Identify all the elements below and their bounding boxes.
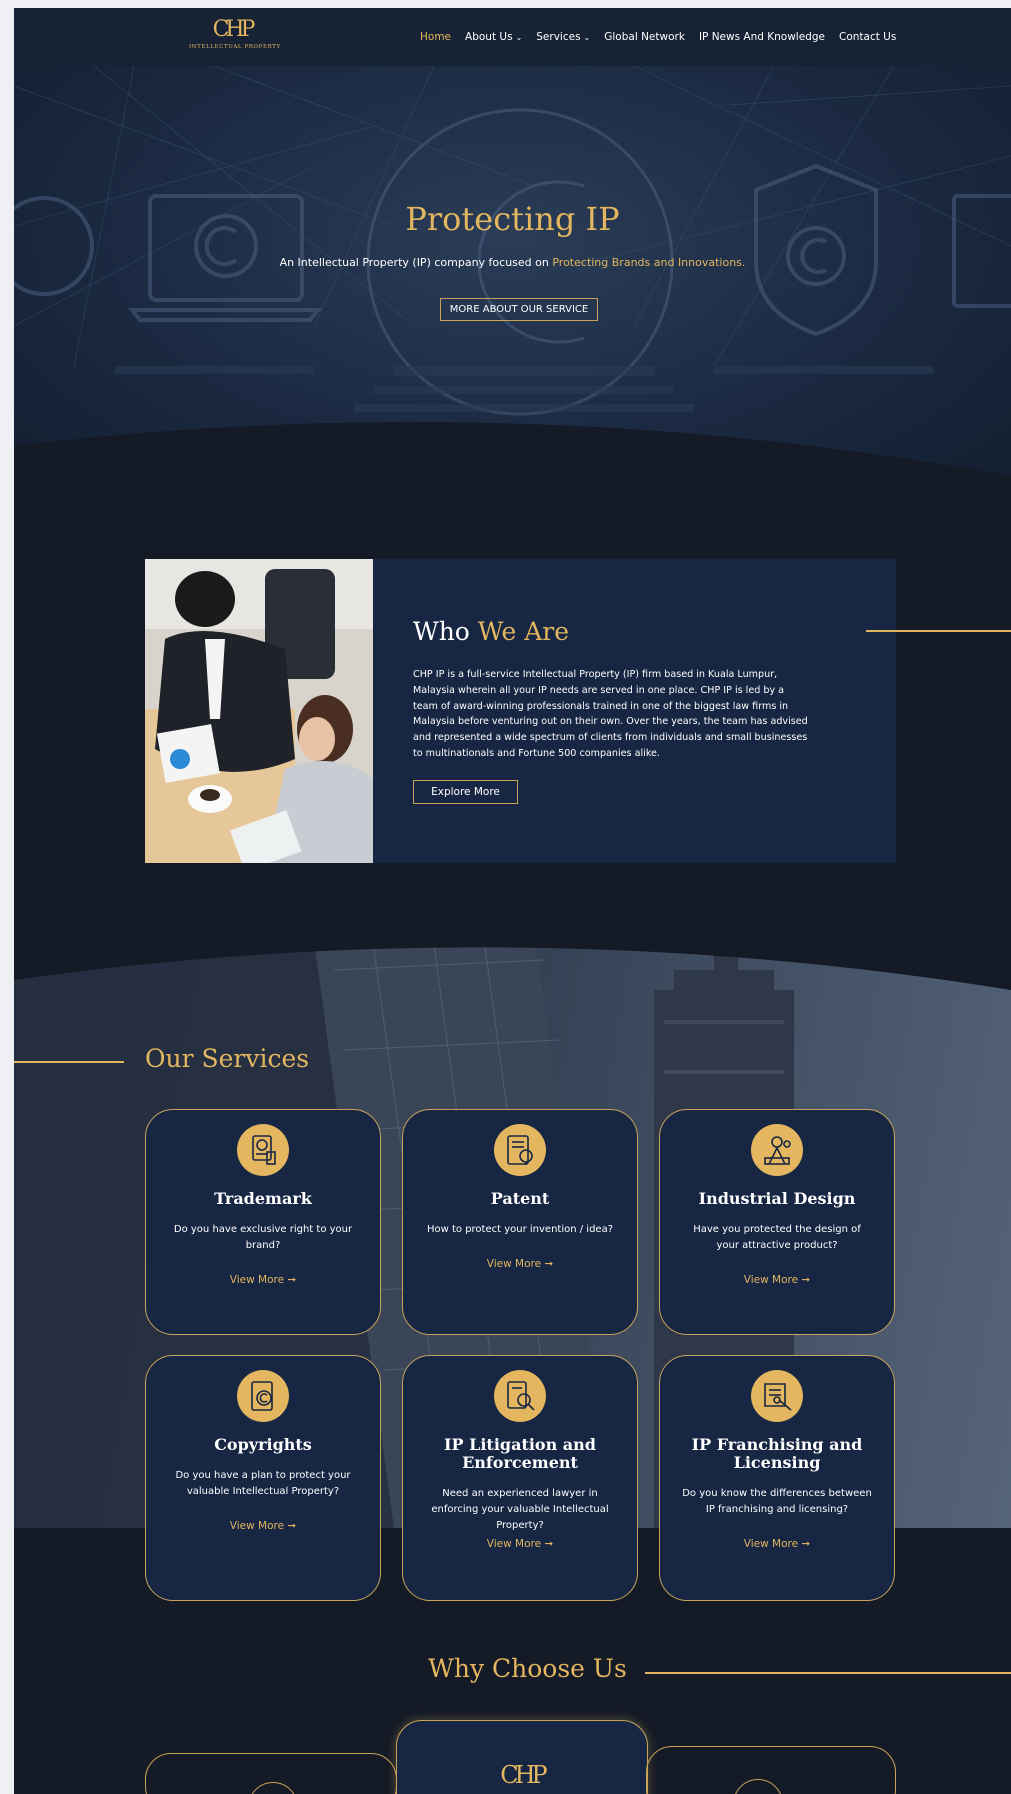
service-description: Do you have a plan to protect your valua… — [175, 1470, 351, 1497]
who-we-are-title: Who We Are — [413, 617, 569, 646]
service-card-ip-franchising[interactable]: IP Franchising and Licensing Do you know… — [659, 1355, 895, 1601]
view-more-link[interactable]: View More ➞ — [146, 1274, 380, 1286]
why-card-center: CHP — [396, 1720, 648, 1794]
team-meeting-photo — [145, 559, 373, 863]
patent-icon — [494, 1124, 546, 1176]
service-title: Patent — [490, 1189, 550, 1208]
why-card-icon — [248, 1782, 298, 1794]
service-title: Copyrights — [214, 1435, 312, 1454]
view-more-link[interactable]: View More ➞ — [660, 1538, 894, 1550]
logo[interactable]: CHP INTELLECTUAL PROPERTY — [189, 17, 281, 51]
nav-home-label: Home — [420, 31, 452, 43]
more-about-service-button[interactable]: MORE ABOUT OUR SERVICE — [440, 298, 598, 321]
service-description: Need an experienced lawyer in enforcing … — [431, 1488, 609, 1531]
industrial-design-icon — [751, 1124, 803, 1176]
litigation-icon — [494, 1370, 546, 1422]
team-meeting-illustration — [145, 559, 373, 863]
view-more-link[interactable]: View More ➞ — [403, 1258, 637, 1270]
service-card-ip-litigation[interactable]: IP Litigation and Enforcement Need an ex… — [402, 1355, 638, 1601]
hero-background-graphic — [14, 66, 1011, 500]
who-we-are-section: Who We Are CHP IP is a full-service Inte… — [145, 559, 896, 863]
who-divider-line — [866, 630, 1011, 632]
licensing-icon — [751, 1370, 803, 1422]
hero-subtitle: An Intellectual Property (IP) company fo… — [14, 256, 1011, 269]
services-title: Our Services — [145, 1044, 310, 1073]
service-description: Do you know the differences between IP f… — [682, 1488, 872, 1515]
main-nav: Home About Us ⌄ Services ⌄ Global Network … — [420, 31, 896, 43]
nav-about-us[interactable]: About Us ⌄ — [465, 31, 522, 43]
view-more-link[interactable]: View More ➞ — [146, 1520, 380, 1532]
service-title: Industrial Design — [698, 1189, 856, 1208]
service-card-copyrights[interactable]: Copyrights Do you have a plan to protect… — [145, 1355, 381, 1601]
logo-tagline: INTELLECTUAL PROPERTY — [189, 44, 281, 50]
copyright-icon — [237, 1370, 289, 1422]
chevron-down-icon: ⌄ — [583, 33, 591, 42]
service-title: IP Franchising and Licensing — [691, 1435, 863, 1472]
nav-global-network[interactable]: Global Network — [604, 31, 685, 43]
nav-contact-label: Contact Us — [838, 31, 897, 43]
hero-section: Protecting IP An Intellectual Property (… — [14, 66, 1011, 500]
service-description: Have you protected the design of your at… — [693, 1224, 861, 1251]
view-more-link[interactable]: View More ➞ — [660, 1274, 894, 1286]
service-card-industrial-design[interactable]: Industrial Design Have you protected the… — [659, 1109, 895, 1335]
site-header: CHP INTELLECTUAL PROPERTY Home About Us ⌄… — [14, 8, 1011, 66]
why-logo-mark: CHP — [500, 1761, 547, 1789]
why-card-right — [646, 1746, 896, 1794]
logo-mark: CHP — [212, 17, 256, 42]
nav-global-label: Global Network — [604, 31, 685, 43]
nav-services[interactable]: Services ⌄ — [536, 31, 590, 43]
explore-more-button[interactable]: Explore More — [413, 780, 518, 804]
nav-news-label: IP News And Knowledge — [698, 31, 825, 43]
hero-title: Protecting IP — [405, 200, 620, 238]
chevron-down-icon: ⌄ — [515, 33, 523, 42]
why-card-left — [145, 1753, 397, 1794]
why-card-icon — [733, 1779, 783, 1794]
service-title: IP Litigation and Enforcement — [444, 1435, 596, 1472]
nav-contact-us[interactable]: Contact Us — [839, 31, 896, 43]
trademark-icon — [237, 1124, 289, 1176]
why-choose-us-title: Why Choose Us — [428, 1654, 627, 1683]
service-card-patent[interactable]: Patent How to protect your invention / i… — [402, 1109, 638, 1335]
hero-subtitle-prefix: An Intellectual Property (IP) company fo… — [279, 256, 553, 269]
nav-home[interactable]: Home — [420, 31, 451, 43]
service-title: Trademark — [214, 1189, 312, 1208]
why-divider-line — [645, 1672, 1011, 1674]
who-title-gold: We Are — [477, 617, 569, 646]
hero-subtitle-highlight: Protecting Brands and Innovations. — [552, 256, 746, 269]
who-we-are-text: CHP IP is a full-service Intellectual Pr… — [413, 669, 808, 759]
services-divider-line — [14, 1061, 124, 1063]
nav-about-label: About Us — [465, 31, 513, 43]
service-description: How to protect your invention / idea? — [426, 1224, 614, 1235]
service-description: Do you have exclusive right to your bran… — [173, 1224, 353, 1251]
service-card-trademark[interactable]: Trademark Do you have exclusive right to… — [145, 1109, 381, 1335]
who-title-white: Who — [413, 617, 478, 646]
nav-services-label: Services — [536, 31, 581, 43]
view-more-link[interactable]: View More ➞ — [403, 1538, 637, 1550]
page: CHP INTELLECTUAL PROPERTY Home About Us ⌄… — [14, 8, 1011, 1794]
nav-ip-news[interactable]: IP News And Knowledge — [699, 31, 825, 43]
